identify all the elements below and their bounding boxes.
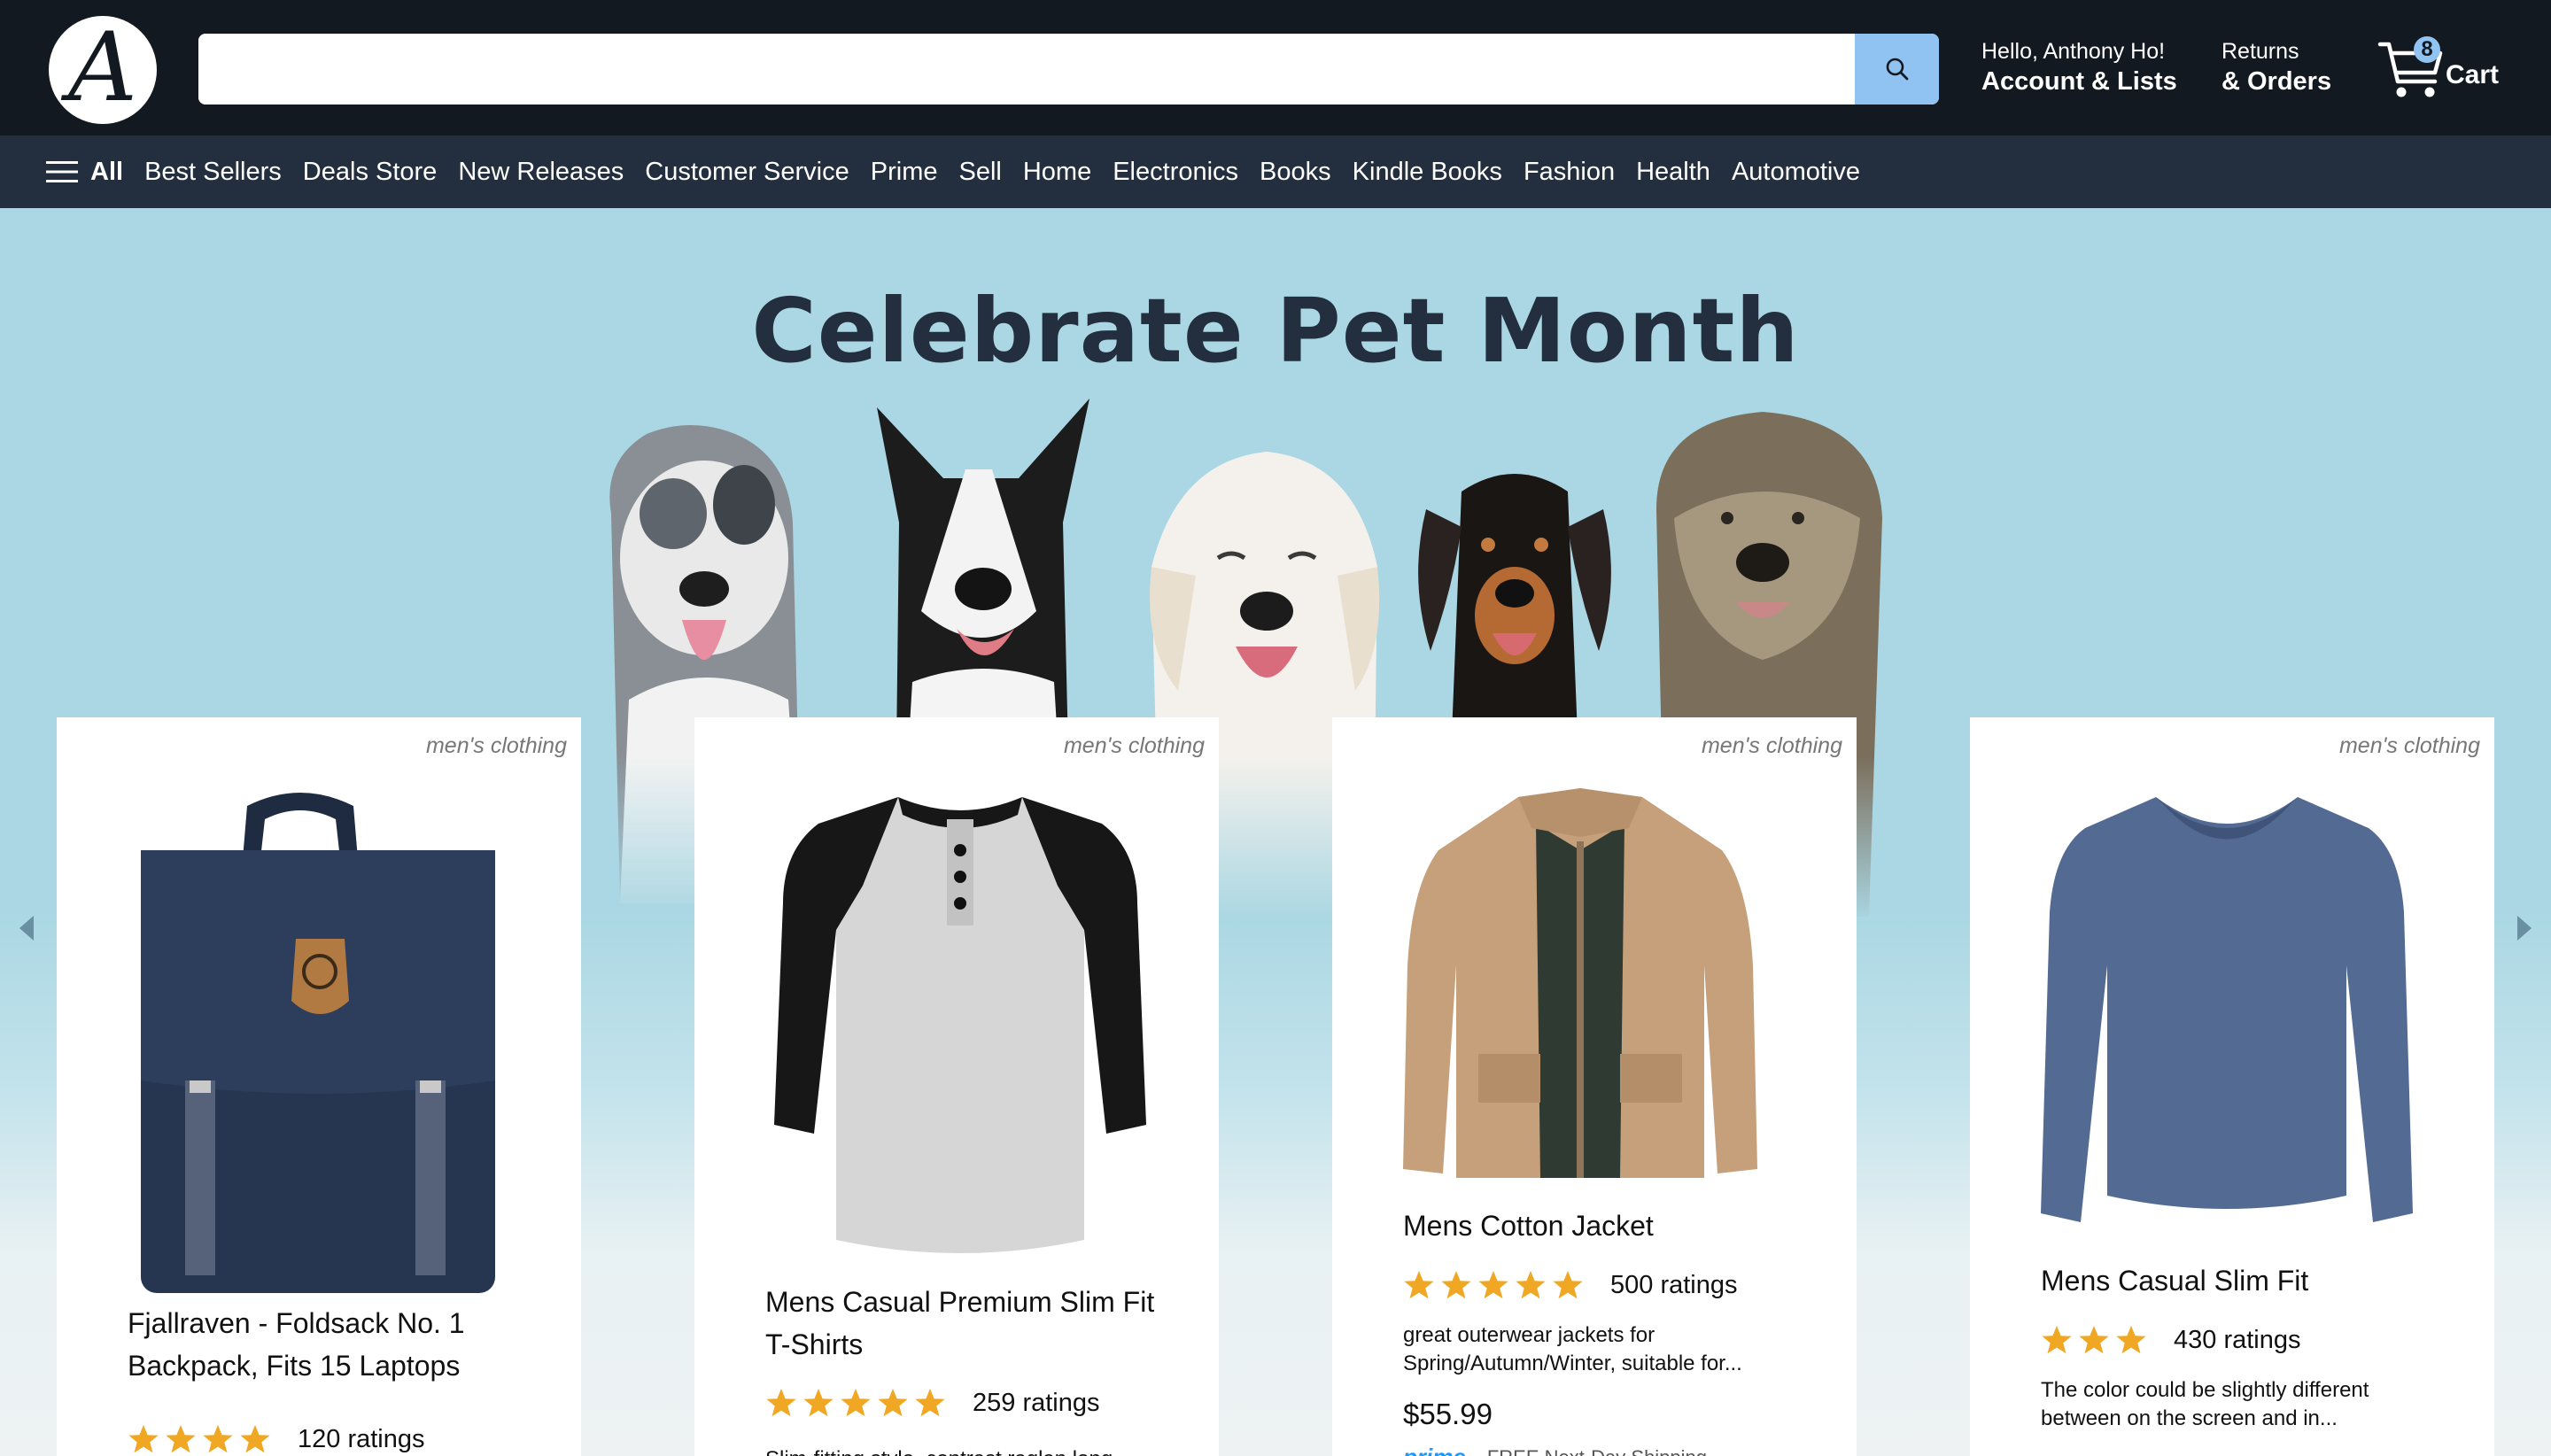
product-card[interactable]: men's clothing Mens Cotton Jacket 500 ra… bbox=[1332, 717, 1857, 1456]
product-rating[interactable]: 500 ratings bbox=[1403, 1270, 1738, 1300]
star-rating bbox=[128, 1424, 276, 1454]
nav-item-automotive[interactable]: Automotive bbox=[1732, 158, 1860, 187]
orders-label: & Orders bbox=[2221, 67, 2332, 96]
account-greeting: Hello, Anthony Ho! bbox=[1981, 39, 2166, 64]
star-rating bbox=[765, 1388, 951, 1418]
product-title[interactable]: Fjallraven - Foldsack No. 1 Backpack, Fi… bbox=[128, 1302, 544, 1387]
product-card[interactable]: men's clothing Mens Casual Premium Slim … bbox=[694, 717, 1219, 1456]
returns-label: Returns bbox=[2221, 39, 2299, 64]
product-image[interactable] bbox=[123, 788, 513, 1302]
search-button[interactable] bbox=[1855, 34, 1939, 105]
product-title[interactable]: Mens Cotton Jacket bbox=[1403, 1204, 1819, 1247]
returns-orders-link[interactable]: Returns & Orders bbox=[2221, 37, 2331, 97]
nav-item-books[interactable]: Books bbox=[1260, 158, 1331, 187]
nav-item-fashion[interactable]: Fashion bbox=[1524, 158, 1615, 187]
product-price: $55.99 bbox=[1403, 1398, 1493, 1430]
nav-item-health[interactable]: Health bbox=[1636, 158, 1710, 187]
search-input[interactable] bbox=[198, 34, 1855, 105]
star-rating bbox=[1403, 1270, 1589, 1300]
star-icon bbox=[803, 1389, 834, 1417]
nav-item-prime[interactable]: Prime bbox=[871, 158, 938, 187]
product-category: men's clothing bbox=[2338, 733, 2480, 758]
account-lists-label: Account & Lists bbox=[1981, 67, 2177, 96]
hamburger-menu-icon bbox=[46, 161, 78, 182]
star-icon bbox=[1553, 1271, 1583, 1299]
product-description: The color could be slightly different be… bbox=[2041, 1378, 2369, 1430]
star-icon bbox=[203, 1425, 233, 1453]
prime-logo: prime bbox=[1403, 1444, 1466, 1456]
star-icon bbox=[766, 1389, 796, 1417]
ratings-count: 500 ratings bbox=[1610, 1270, 1738, 1299]
cart-count-badge: 8 bbox=[2421, 37, 2433, 61]
nav-item-new-releases[interactable]: New Releases bbox=[458, 158, 624, 187]
store-logo[interactable]: A bbox=[49, 16, 157, 124]
nav-item-kindle-books[interactable]: Kindle Books bbox=[1353, 158, 1502, 187]
carousel-prev-arrow-icon[interactable] bbox=[16, 912, 37, 944]
product-category: men's clothing bbox=[1701, 733, 1842, 758]
ratings-count: 430 ratings bbox=[2174, 1325, 2301, 1354]
star-icon bbox=[878, 1389, 908, 1417]
top-header: A Hello, Anthony Ho! Account & Lists Ret… bbox=[0, 0, 2551, 136]
product-category: men's clothing bbox=[425, 733, 567, 758]
star-icon bbox=[1404, 1271, 1434, 1299]
account-menu[interactable]: Hello, Anthony Ho! Account & Lists bbox=[1981, 37, 2177, 97]
nav-item-deals-store[interactable]: Deals Store bbox=[303, 158, 438, 187]
star-icon bbox=[128, 1425, 159, 1453]
product-image[interactable] bbox=[2041, 788, 2413, 1240]
star-icon bbox=[841, 1389, 871, 1417]
product-rating[interactable]: 259 ratings bbox=[765, 1388, 1100, 1418]
star-icon bbox=[2116, 1326, 2146, 1354]
product-title[interactable]: Mens Casual Slim Fit bbox=[2041, 1259, 2457, 1302]
product-image[interactable] bbox=[1403, 788, 1757, 1187]
star-rating bbox=[2041, 1325, 2152, 1355]
product-title[interactable]: Mens Casual Premium Slim Fit T-Shirts bbox=[765, 1281, 1182, 1366]
nav-item-best-sellers[interactable]: Best Sellers bbox=[144, 158, 282, 187]
nav-item-customer-service[interactable]: Customer Service bbox=[645, 158, 849, 187]
star-icon bbox=[166, 1425, 196, 1453]
carousel-next-arrow-icon[interactable] bbox=[2514, 912, 2535, 944]
nav-item-electronics[interactable]: Electronics bbox=[1113, 158, 1238, 187]
product-description: great outerwear jackets for Spring/Autum… bbox=[1403, 1323, 1742, 1375]
product-description: Slim-fitting style, contrast raglan long bbox=[765, 1445, 1164, 1456]
star-icon bbox=[1516, 1271, 1546, 1299]
search-bar bbox=[198, 34, 1939, 105]
product-card[interactable]: men's clothing Fjallraven - Foldsack No.… bbox=[57, 717, 581, 1456]
ratings-count: 259 ratings bbox=[973, 1388, 1100, 1417]
product-card[interactable]: men's clothing Mens Casual Slim Fit 430 … bbox=[1970, 717, 2494, 1456]
star-icon bbox=[240, 1425, 270, 1453]
product-category: men's clothing bbox=[1063, 733, 1205, 758]
product-rating[interactable]: 120 ratings bbox=[128, 1424, 425, 1454]
star-icon bbox=[915, 1389, 945, 1417]
ratings-count: 120 ratings bbox=[298, 1424, 425, 1453]
hero-title: Celebrate Pet Month bbox=[751, 279, 1800, 383]
star-icon bbox=[1478, 1271, 1508, 1299]
search-icon bbox=[1886, 58, 1908, 81]
nav-bar: All Best Sellers Deals Store New Release… bbox=[0, 136, 2551, 208]
nav-all-menu[interactable]: All bbox=[46, 158, 123, 187]
star-icon bbox=[1441, 1271, 1471, 1299]
shipping-info: FREE Next-Day Shipping bbox=[1487, 1446, 1707, 1456]
product-image[interactable] bbox=[765, 788, 1155, 1266]
cart-label: Cart bbox=[2446, 60, 2500, 89]
product-rating[interactable]: 430 ratings bbox=[2041, 1325, 2301, 1355]
cart-button[interactable]: 8 Cart bbox=[2377, 32, 2509, 103]
nav-item-home[interactable]: Home bbox=[1023, 158, 1091, 187]
nav-item-sell[interactable]: Sell bbox=[959, 158, 1002, 187]
star-icon bbox=[2042, 1326, 2072, 1354]
prime-shipping-row: prime FREE Next-Day Shipping bbox=[1403, 1444, 1707, 1456]
logo-letter: A bbox=[68, 12, 137, 123]
nav-all-label: All bbox=[90, 157, 124, 186]
star-icon bbox=[2079, 1326, 2109, 1354]
